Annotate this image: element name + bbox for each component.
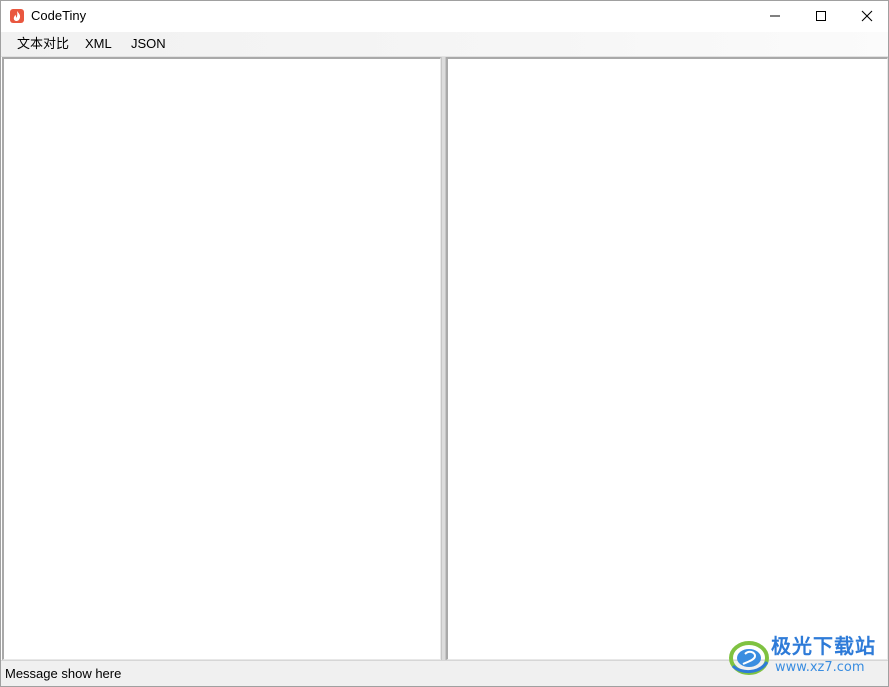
maximize-button[interactable] xyxy=(798,1,844,31)
watermark-url: www.xz7.com xyxy=(775,660,865,675)
close-button[interactable] xyxy=(844,1,889,31)
close-icon xyxy=(861,10,873,22)
minimize-button[interactable] xyxy=(752,1,798,31)
menu-item-text-compare[interactable]: 文本对比 xyxy=(15,32,71,56)
app-icon xyxy=(10,9,24,23)
app-window: CodeTiny 文本对比 XML JSON Message show here xyxy=(0,0,889,687)
menu-item-json[interactable]: JSON xyxy=(129,32,168,56)
minimize-icon xyxy=(769,10,781,22)
watermark: 极光下载站 www.xz7.com xyxy=(727,632,882,682)
menu-item-xml[interactable]: XML xyxy=(83,32,114,56)
window-title: CodeTiny xyxy=(31,8,87,23)
right-editor[interactable] xyxy=(446,57,888,660)
maximize-icon xyxy=(815,10,827,22)
watermark-logo-icon xyxy=(727,636,771,678)
menu-bar: 文本对比 XML JSON xyxy=(1,32,888,57)
title-bar[interactable]: CodeTiny xyxy=(1,1,888,31)
status-message: Message show here xyxy=(5,666,122,681)
watermark-brand: 极光下载站 xyxy=(771,634,876,658)
left-editor[interactable] xyxy=(2,57,441,660)
